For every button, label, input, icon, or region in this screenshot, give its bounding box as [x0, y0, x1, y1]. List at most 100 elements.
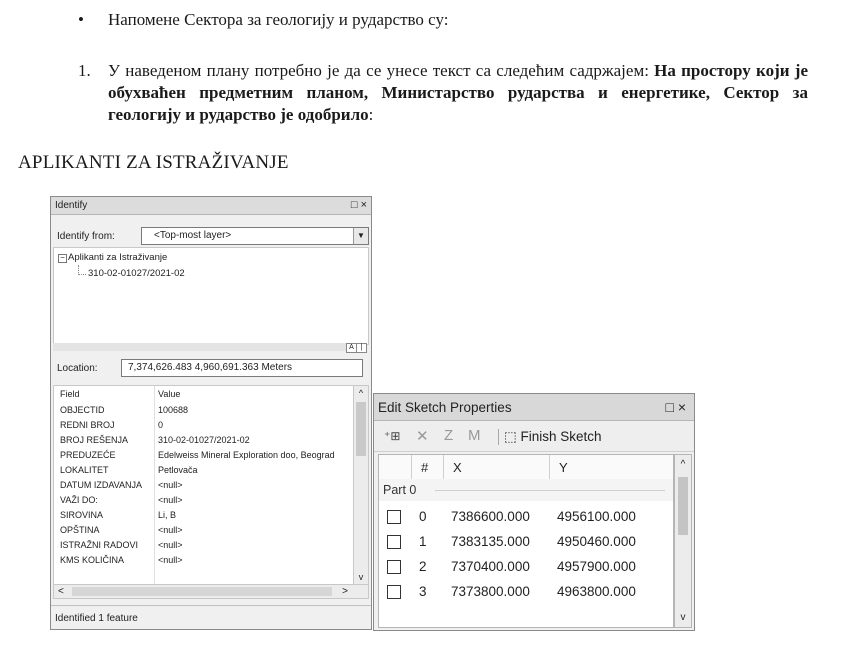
col-num: # — [421, 460, 429, 475]
item-text: У наведеном плану потребно је да се унес… — [108, 61, 655, 80]
field-value: 0 — [158, 420, 164, 430]
collapse-icon[interactable]: − — [58, 254, 67, 263]
table-row[interactable]: SIROVINA Li, B — [54, 509, 354, 522]
finish-sketch-label: Finish Sketch — [520, 429, 602, 444]
table-row[interactable]: BROJ REŠENJA 310-02-01027/2021-02 — [54, 434, 354, 447]
field-value: 100688 — [158, 405, 189, 415]
vertex-row[interactable]: 2 7370400.000 4957900.000 — [379, 555, 673, 580]
section-heading: APLIKANTI ZA ISTRAŽIVANJE — [18, 152, 289, 173]
insert-vertex-icon[interactable]: ⁺⊞ — [384, 429, 400, 443]
vertex-checkbox[interactable] — [387, 510, 401, 524]
field-name: BROJ REŠENJA — [60, 435, 129, 445]
vertex-grid[interactable]: # X Y Part 0 0 7386600.000 4956100.000 1… — [378, 454, 674, 628]
table-row[interactable]: PREDUZEĆE Edelweiss Mineral Exploration d… — [54, 449, 354, 462]
vertex-index: 0 — [419, 509, 427, 524]
table-row[interactable]: VAŽI DO: <null> — [54, 494, 354, 507]
hscroll-thumb[interactable] — [72, 587, 332, 596]
column-divider — [411, 455, 412, 479]
table-header: Field Value — [54, 388, 354, 401]
vertex-checkbox[interactable] — [387, 535, 401, 549]
vertex-x[interactable]: 7370400.000 — [451, 559, 530, 574]
table-row[interactable]: OPŠTINA <null> — [54, 524, 354, 537]
vertex-checkbox[interactable] — [387, 585, 401, 599]
tree-feature[interactable]: 310-02-01027/2021-02 — [88, 268, 185, 279]
part-line — [435, 490, 665, 491]
scroll-down-icon[interactable]: v — [675, 612, 691, 623]
vertex-x[interactable]: 7383135.000 — [451, 534, 530, 549]
field-name: OBJECTID — [60, 405, 105, 415]
vertex-x[interactable]: 7386600.000 — [451, 509, 530, 524]
table-row[interactable]: KMS KOLIČINA <null> — [54, 554, 354, 567]
field-name: PREDUZEĆE — [60, 450, 116, 460]
m-value-icon[interactable]: M — [468, 427, 481, 444]
table-row[interactable]: ISTRAŽNI RADOVI <null> — [54, 539, 354, 552]
identify-from-select[interactable]: <Top-most layer> ▼ — [141, 227, 369, 245]
vertex-row[interactable]: 1 7383135.000 4950460.000 — [379, 530, 673, 555]
panel-splitter[interactable]: A | — [53, 343, 367, 353]
vertex-y[interactable]: 4963800.000 — [557, 584, 636, 599]
bullet-text: Напомене Сектора за геологију и рударств… — [108, 10, 449, 29]
edit-sketch-window: Edit Sketch Properties □ × ⁺⊞ ✕ Z M ⬚ Fi… — [373, 393, 695, 631]
item-text-tail: : — [368, 105, 374, 124]
vertex-y[interactable]: 4956100.000 — [557, 509, 636, 524]
attributes-table[interactable]: Field Value OBJECTID 100688 REDNI BROJ 0 B… — [53, 385, 355, 585]
identify-from-value: <Top-most layer> — [154, 230, 232, 241]
finish-sketch-button[interactable]: ⬚ Finish Sketch — [504, 429, 602, 445]
part-row: Part 0 — [379, 479, 673, 501]
finish-sketch-icon: ⬚ — [504, 429, 517, 444]
chevron-down-icon[interactable]: ▼ — [353, 228, 368, 244]
scroll-up-icon[interactable]: ^ — [675, 459, 691, 470]
window-controls[interactable]: □ × — [665, 399, 686, 415]
delete-vertex-icon[interactable]: ✕ — [416, 427, 429, 445]
window-controls[interactable]: □ × — [351, 199, 367, 211]
status-divider — [51, 605, 371, 606]
vertex-y[interactable]: 4950460.000 — [557, 534, 636, 549]
table-row[interactable]: REDNI BROJ 0 — [54, 419, 354, 432]
col-y: Y — [559, 460, 568, 475]
field-name: SIROVINA — [60, 510, 104, 520]
grid-scrollbar[interactable]: ^ v — [674, 454, 692, 628]
table-row[interactable]: LOKALITET Petlovača — [54, 464, 354, 477]
field-header: Field — [60, 389, 80, 399]
field-value: Petlovača — [158, 465, 198, 475]
column-divider — [549, 455, 550, 479]
field-name: KMS KOLIČINA — [60, 555, 125, 565]
column-icon[interactable]: | — [356, 343, 367, 353]
vertex-row[interactable]: 0 7386600.000 4956100.000 — [379, 505, 673, 530]
field-name: LOKALITET — [60, 465, 109, 475]
identify-title: Identify — [55, 200, 88, 211]
table-row[interactable]: DATUM IZDAVANJA <null> — [54, 479, 354, 492]
identify-window: Identify □ × Identify from: <Top-most la… — [50, 196, 372, 630]
field-value: <null> — [158, 480, 183, 490]
scroll-thumb[interactable] — [356, 402, 366, 456]
vertex-checkbox[interactable] — [387, 560, 401, 574]
attributes-scrollbar[interactable]: ^ v — [353, 385, 369, 585]
tree-connector-icon — [78, 274, 86, 276]
sketch-toolbar: ⁺⊞ ✕ Z M ⬚ Finish Sketch — [374, 421, 694, 452]
field-name: ISTRAŽNI RADOVI — [60, 540, 139, 550]
field-value: <null> — [158, 495, 183, 505]
location-field[interactable]: 7,374,626.483 4,960,691.363 Meters — [121, 359, 363, 377]
z-value-icon[interactable]: Z — [444, 427, 453, 444]
scroll-thumb[interactable] — [678, 477, 688, 535]
item-body: У наведеном плану потребно је да се унес… — [108, 60, 808, 126]
vertex-x[interactable]: 7373800.000 — [451, 584, 530, 599]
location-value: 7,374,626.483 4,960,691.363 Meters — [128, 362, 293, 373]
results-tree[interactable]: − Aplikanti za Istraživanje 310-02-01027… — [53, 247, 369, 345]
vertex-y[interactable]: 4957900.000 — [557, 559, 636, 574]
column-divider — [443, 455, 444, 479]
scroll-left-icon[interactable]: < — [58, 585, 64, 598]
tree-layer[interactable]: Aplikanti za Istraživanje — [68, 252, 167, 263]
scroll-up-icon[interactable]: ^ — [354, 386, 368, 400]
identify-titlebar[interactable]: Identify □ × — [51, 197, 371, 215]
vertex-index: 2 — [419, 559, 427, 574]
scroll-right-icon[interactable]: > — [342, 585, 348, 598]
field-name: DATUM IZDAVANJA — [60, 480, 143, 490]
field-value: 310-02-01027/2021-02 — [158, 435, 250, 445]
part-label: Part 0 — [383, 483, 417, 497]
table-row[interactable]: OBJECTID 100688 — [54, 404, 354, 417]
vertex-row[interactable]: 3 7373800.000 4963800.000 — [379, 580, 673, 605]
sketch-titlebar[interactable]: Edit Sketch Properties □ × — [374, 394, 694, 421]
scroll-down-icon[interactable]: v — [354, 570, 368, 584]
horizontal-scrollbar[interactable]: < > — [53, 584, 369, 599]
